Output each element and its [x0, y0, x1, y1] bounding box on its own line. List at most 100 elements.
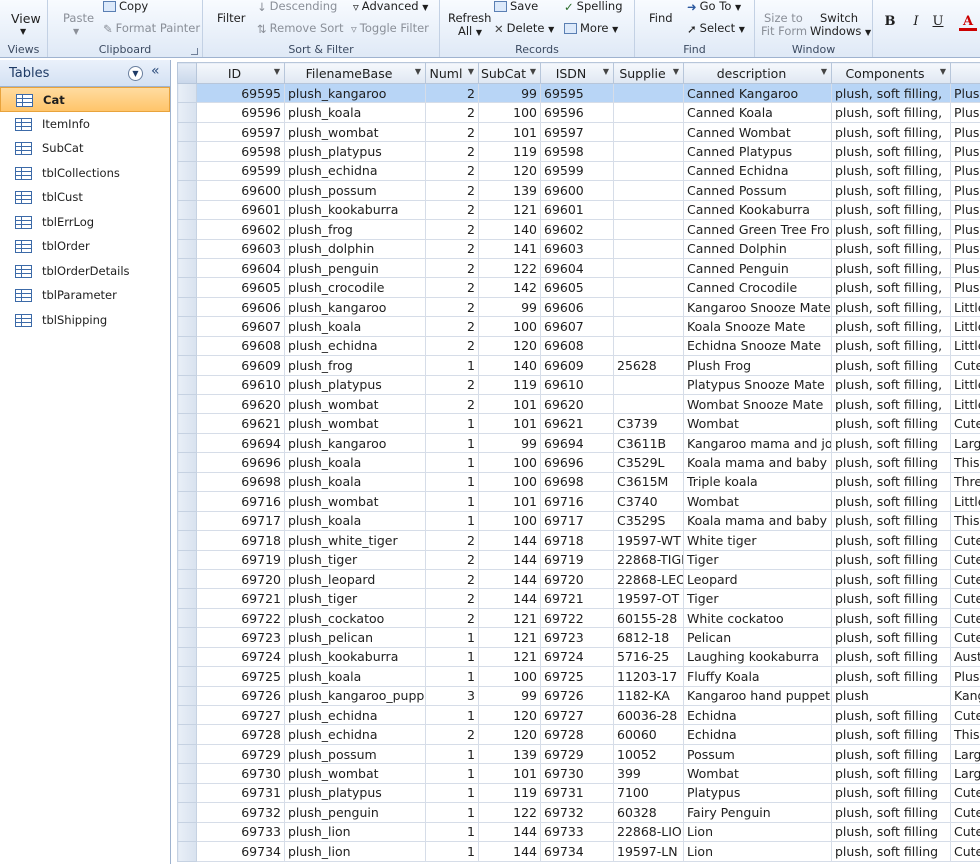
table-cell[interactable]: plush_tiger [284, 588, 426, 609]
table-cell[interactable]: plush, soft filling [831, 510, 951, 532]
table-cell[interactable]: 69720 [196, 568, 285, 590]
table-cell[interactable]: 69696 [540, 452, 614, 473]
table-cell[interactable]: Cute [950, 568, 980, 590]
table-cell[interactable]: 69721 [196, 588, 285, 609]
table-cell[interactable]: plush, soft filling, [831, 102, 951, 123]
table-cell[interactable]: 5716-25 [613, 646, 684, 668]
table-cell[interactable]: 122 [478, 257, 541, 279]
table-cell[interactable]: 69733 [196, 821, 285, 843]
table-cell[interactable]: Large [950, 432, 980, 454]
table-cell[interactable] [613, 160, 684, 182]
table-cell[interactable]: Wombat [683, 491, 832, 512]
table-cell[interactable]: plush, soft filling [831, 704, 951, 726]
table-cell[interactable]: plush_echidna [284, 704, 426, 726]
table-cell[interactable]: 69717 [540, 510, 614, 532]
table-row[interactable]: 69730 plush_wombat 1 101 69730 399 Wombat plush… [177, 763, 980, 784]
table-cell[interactable]: 60155-28 [613, 607, 684, 629]
table-cell[interactable] [613, 277, 684, 298]
table-cell[interactable]: Koala mama and baby [683, 510, 832, 532]
nav-item-subcat[interactable]: SubCat [0, 136, 170, 161]
table-cell[interactable]: 69603 [196, 238, 285, 259]
table-cell[interactable]: plush, soft filling, [831, 160, 951, 182]
table-cell[interactable]: plush, soft filling [831, 588, 951, 609]
table-cell[interactable]: plush, soft filling [831, 841, 951, 862]
table-cell[interactable]: Canned Green Tree Fro [683, 219, 832, 240]
table-cell[interactable]: 19597-LN [613, 841, 684, 862]
table-cell[interactable]: 1 [425, 763, 479, 784]
table-cell[interactable]: Canned Platypus [683, 141, 832, 162]
table-row[interactable]: 69719 plush_tiger 2 144 69719 22868-TIGE Tiger… [177, 549, 980, 570]
table-cell[interactable]: Cute [950, 802, 980, 823]
column-header[interactable]: Components ▼ [831, 62, 951, 84]
table-cell[interactable]: 121 [478, 646, 541, 668]
table-cell[interactable]: 69731 [196, 782, 285, 804]
table-row[interactable]: 69595 plush_kangaroo 2 99 69595 Canned Kangar… [177, 82, 980, 104]
table-cell[interactable]: 399 [613, 763, 684, 784]
table-cell[interactable]: C3615M [613, 471, 684, 493]
table-cell[interactable]: 69716 [540, 491, 614, 512]
table-cell[interactable]: plush, soft filling, [831, 393, 951, 415]
row-selector[interactable] [177, 355, 197, 376]
table-cell[interactable]: Echidna [683, 704, 832, 726]
table-cell[interactable]: plush, soft filling [831, 491, 951, 512]
table-cell[interactable]: C3529S [613, 510, 684, 532]
table-row[interactable]: 69608 plush_echidna 2 120 69608 Echidna Snooz… [177, 335, 980, 357]
table-cell[interactable]: plush, soft filling [831, 452, 951, 473]
table-cell[interactable]: Canned Koala [683, 102, 832, 123]
row-selector[interactable] [177, 607, 197, 629]
table-cell[interactable]: 69608 [540, 335, 614, 357]
row-selector[interactable] [177, 160, 197, 182]
table-cell[interactable]: 19597-WT [613, 530, 684, 551]
table-row[interactable]: 69721 plush_tiger 2 144 69721 19597-OT Tiger pl… [177, 588, 980, 609]
table-cell[interactable]: Plush [950, 199, 980, 221]
table-cell[interactable]: plush_leopard [284, 568, 426, 590]
table-cell[interactable]: plush_white_tiger [284, 530, 426, 551]
table-cell[interactable]: 1 [425, 471, 479, 493]
table-cell[interactable]: 1 [425, 432, 479, 454]
table-cell[interactable]: Plush [950, 180, 980, 201]
table-cell[interactable]: Wombat [683, 763, 832, 784]
table-cell[interactable]: plush, soft filling [831, 743, 951, 765]
row-selector[interactable] [177, 821, 197, 843]
table-cell[interactable]: 69723 [540, 627, 614, 648]
table-cell[interactable]: 2 [425, 238, 479, 259]
table-cell[interactable]: 69597 [196, 121, 285, 143]
row-selector[interactable] [177, 432, 197, 454]
table-cell[interactable]: plush [831, 685, 951, 707]
table-cell[interactable]: 10052 [613, 743, 684, 765]
table-cell[interactable]: 119 [478, 141, 541, 162]
table-cell[interactable]: 69728 [196, 724, 285, 745]
nav-title[interactable]: Tables [9, 66, 49, 81]
table-cell[interactable]: plush, soft filling [831, 782, 951, 804]
table-cell[interactable]: 22868-TIGE [613, 549, 684, 570]
save-button[interactable]: Save [494, 0, 538, 13]
row-selector[interactable] [177, 627, 197, 648]
table-cell[interactable]: Triple koala [683, 471, 832, 493]
goto-button[interactable]: ➜ Go To ▼ [687, 0, 741, 14]
table-cell[interactable]: 1 [425, 510, 479, 532]
paste-button[interactable]: Paste [63, 11, 94, 25]
table-cell[interactable]: 1 [425, 452, 479, 473]
table-cell[interactable]: 69732 [196, 802, 285, 823]
table-cell[interactable]: plush, soft filling, [831, 316, 951, 337]
table-cell[interactable]: 2 [425, 257, 479, 279]
table-cell[interactable]: 141 [478, 238, 541, 259]
table-cell[interactable]: This [950, 452, 980, 473]
table-cell[interactable]: Leopard [683, 568, 832, 590]
table-row[interactable]: 69596 plush_koala 2 100 69596 Canned Koala plu… [177, 102, 980, 123]
row-selector[interactable] [177, 335, 197, 357]
table-cell[interactable]: plush_lion [284, 841, 426, 862]
row-selector[interactable] [177, 704, 197, 726]
column-filter-arrow-icon[interactable]: ▼ [673, 67, 679, 76]
table-cell[interactable]: 60328 [613, 802, 684, 823]
table-cell[interactable]: 139 [478, 180, 541, 201]
table-row[interactable]: 69716 plush_wombat 1 101 69716 C3740 Wombat plu… [177, 491, 980, 512]
table-cell[interactable]: Cute [950, 588, 980, 609]
table-cell[interactable]: 1 [425, 666, 479, 687]
table-cell[interactable] [613, 121, 684, 143]
table-cell[interactable]: Koala Snooze Mate [683, 316, 832, 337]
refresh-all-button[interactable]: Refresh [448, 11, 491, 25]
table-cell[interactable]: White cockatoo [683, 607, 832, 629]
table-cell[interactable]: 1 [425, 802, 479, 823]
table-cell[interactable]: plush, soft filling, [831, 374, 951, 396]
